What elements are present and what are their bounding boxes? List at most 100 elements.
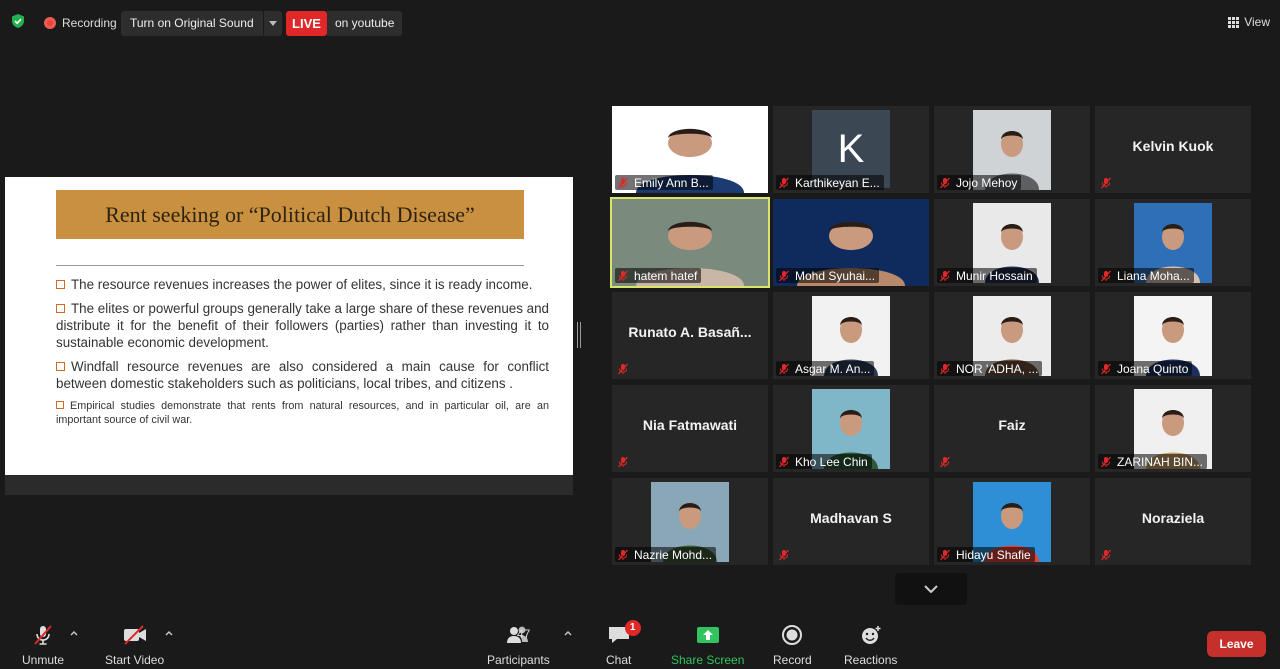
unmute-button[interactable]: Unmute	[22, 622, 64, 667]
participant-tile[interactable]: hatem hatef	[610, 197, 770, 288]
participant-tile[interactable]: Joana Quinto	[1095, 292, 1251, 379]
meeting-top-bar: Recording Turn on Original Sound LIVE on…	[0, 0, 1280, 44]
participant-label-text: Jojo Mehoy	[956, 175, 1018, 190]
chat-unread-badge: 1	[624, 620, 641, 636]
leave-meeting-button[interactable]: Leave	[1207, 631, 1266, 657]
participant-name: Madhavan S	[810, 510, 892, 526]
muted-microphone-icon	[779, 456, 789, 467]
participant-tile[interactable]: Nia Fatmawati	[612, 385, 768, 472]
reactions-button[interactable]: Reactions	[844, 622, 897, 667]
participant-tile[interactable]: Madhavan S	[773, 478, 929, 565]
video-options-caret-icon[interactable]	[164, 628, 174, 638]
participants-options-caret-icon[interactable]	[563, 628, 573, 638]
participant-label: NOR 'ADHA, ...	[937, 361, 1043, 376]
live-badge[interactable]: LIVE	[286, 11, 327, 36]
muted-microphone-icon	[618, 456, 628, 467]
participants-button[interactable]: 47 Participants	[487, 622, 550, 667]
participant-label-text: Kho Lee Chin	[795, 454, 868, 469]
participant-label-text: Hidayu Shafie	[956, 547, 1031, 562]
video-off-icon	[121, 622, 149, 648]
participant-tile[interactable]: Jojo Mehoy	[934, 106, 1090, 193]
audio-options-caret-icon[interactable]	[69, 628, 79, 638]
muted-microphone-icon	[618, 177, 628, 188]
participant-name: Runato A. Basañ...	[628, 324, 752, 340]
start-video-button[interactable]: Start Video	[105, 622, 164, 667]
muted-microphone-icon	[940, 363, 950, 374]
record-icon	[781, 622, 803, 648]
participant-label-text: Karthikeyan E...	[795, 175, 880, 190]
slide-divider	[56, 265, 524, 266]
slide-title-box: Rent seeking or “Political Dutch Disease…	[56, 190, 524, 239]
participant-name: Kelvin Kuok	[1132, 138, 1214, 154]
participant-label: Liana Moha...	[1098, 268, 1194, 283]
security-shield-icon[interactable]	[10, 13, 26, 29]
participant-label: hatem hatef	[615, 268, 702, 283]
shared-screen-area[interactable]: Rent seeking or “Political Dutch Disease…	[5, 177, 573, 495]
share-screen-button[interactable]: Share Screen	[671, 622, 744, 667]
participant-tile[interactable]: Noraziela	[1095, 478, 1251, 565]
participant-label: Munir Hossain	[937, 268, 1037, 283]
participant-name: Faiz	[998, 417, 1026, 433]
participant-tile[interactable]: Kelvin Kuok	[1095, 106, 1251, 193]
checkbox-bullet-icon	[56, 401, 64, 409]
participant-tile[interactable]: Emily Ann B...	[612, 106, 768, 193]
participant-tile[interactable]: NOR 'ADHA, ...	[934, 292, 1090, 379]
chat-button[interactable]: 1 Chat	[606, 620, 641, 667]
participant-label-text: Emily Ann B...	[634, 175, 709, 190]
share-screen-label: Share Screen	[671, 653, 745, 667]
split-resize-handle[interactable]	[577, 322, 581, 348]
muted-microphone-icon	[779, 363, 789, 374]
muted-microphone-icon	[31, 622, 55, 648]
muted-microphone-icon	[779, 270, 789, 281]
participant-tile[interactable]: Munir Hossain	[934, 199, 1090, 286]
participant-tile[interactable]: Liana Moha...	[1095, 199, 1251, 286]
participant-tile[interactable]: Mohd Syuhai...	[773, 199, 929, 286]
participant-label: Nazrie Mohd...	[615, 547, 717, 562]
gallery-next-page-button[interactable]	[895, 573, 967, 605]
original-sound-label: Turn on Original Sound	[130, 16, 254, 30]
participant-tile[interactable]: ZARINAH BIN...	[1095, 385, 1251, 472]
participant-label-text: Munir Hossain	[956, 268, 1033, 283]
presentation-slide: Rent seeking or “Political Dutch Disease…	[5, 177, 573, 475]
participant-label: Emily Ann B...	[615, 175, 713, 190]
muted-microphone-icon	[1101, 177, 1111, 188]
participant-label	[937, 454, 960, 469]
participant-label-text: Asgar M. An...	[795, 361, 871, 376]
participant-label	[1098, 547, 1121, 562]
grid-icon	[1228, 16, 1240, 28]
chevron-down-icon[interactable]	[262, 11, 282, 36]
original-sound-button[interactable]: Turn on Original Sound	[121, 11, 282, 36]
participant-tile[interactable]: Asgar M. An...	[773, 292, 929, 379]
live-destination[interactable]: on youtube	[327, 11, 403, 36]
muted-microphone-icon	[1101, 456, 1111, 467]
muted-microphone-icon	[1101, 363, 1111, 374]
participant-label: Jojo Mehoy	[937, 175, 1022, 190]
record-button[interactable]: Record	[773, 622, 812, 667]
participant-label	[1098, 175, 1121, 190]
participant-tile[interactable]: Hidayu Shafie	[934, 478, 1090, 565]
view-button[interactable]: View	[1228, 12, 1270, 32]
participant-label: Mohd Syuhai...	[776, 268, 880, 283]
participant-tile[interactable]: Faiz	[934, 385, 1090, 472]
slide-bullet-list: The resource revenues increases the powe…	[56, 276, 549, 434]
slide-title: Rent seeking or “Political Dutch Disease…	[105, 201, 475, 227]
participant-label-text: Joana Quinto	[1117, 361, 1189, 376]
participant-tile[interactable]: K Karthikeyan E...	[773, 106, 929, 193]
recording-dot-icon	[44, 17, 56, 29]
participant-tile[interactable]: Nazrie Mohd...	[612, 478, 768, 565]
participant-label-text: Nazrie Mohd...	[634, 547, 713, 562]
slide-bullet: Windfall resource revenues are also cons…	[56, 359, 549, 391]
muted-microphone-icon	[618, 270, 628, 281]
participant-tile[interactable]: Kho Lee Chin	[773, 385, 929, 472]
recording-indicator[interactable]: Recording	[36, 11, 125, 35]
participant-label-text: Liana Moha...	[1117, 268, 1190, 283]
participant-tile[interactable]: Runato A. Basañ...	[612, 292, 768, 379]
participant-label	[615, 361, 638, 376]
muted-microphone-icon	[779, 549, 789, 560]
muted-microphone-icon	[1101, 270, 1111, 281]
participant-label: Joana Quinto	[1098, 361, 1193, 376]
muted-microphone-icon	[618, 549, 628, 560]
participant-label: Karthikeyan E...	[776, 175, 884, 190]
start-video-label: Start Video	[105, 653, 165, 667]
checkbox-bullet-icon	[56, 280, 65, 289]
